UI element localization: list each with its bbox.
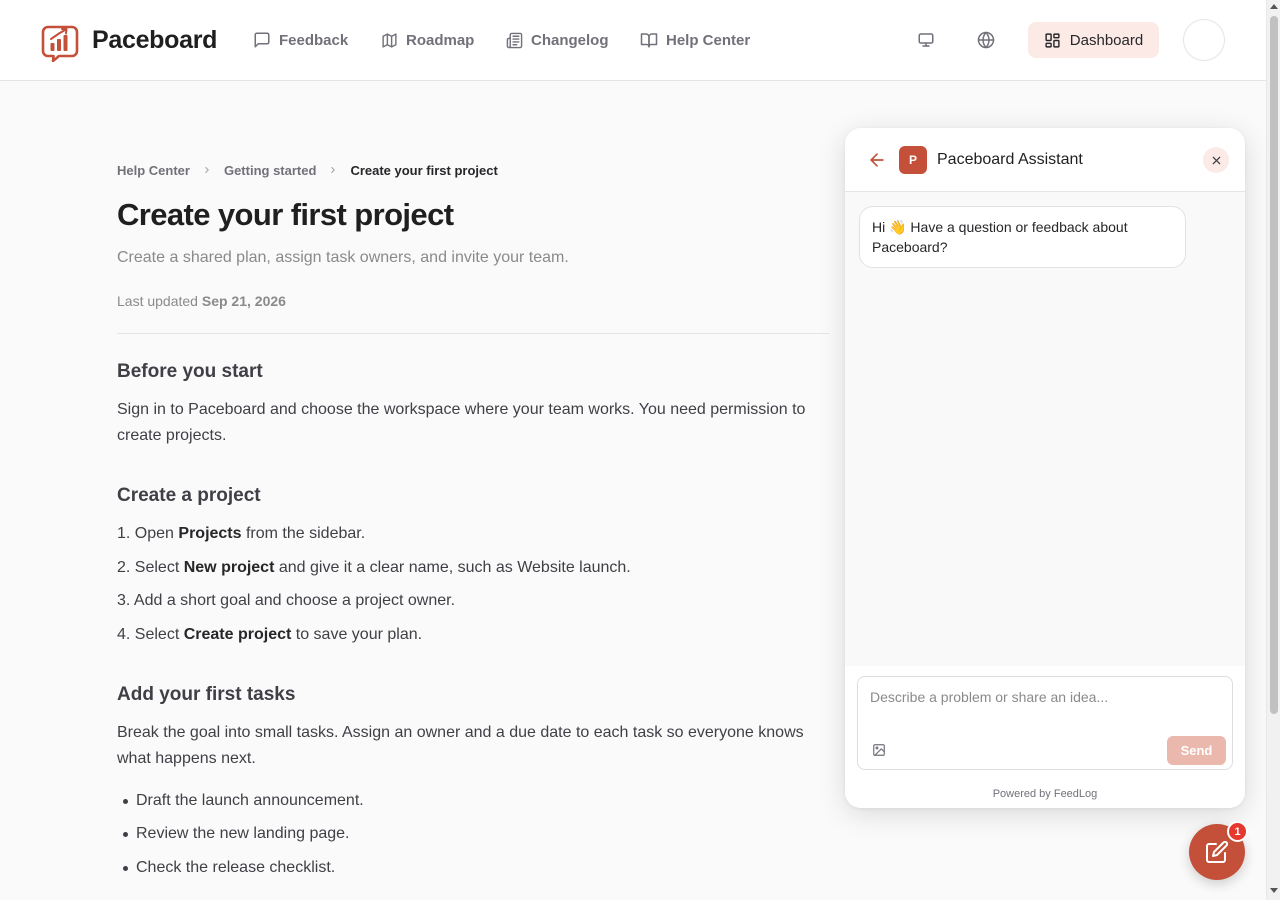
step-number: 4. [117, 626, 131, 643]
nav-roadmap[interactable]: Roadmap [381, 28, 474, 52]
divider [117, 333, 829, 334]
newspaper-icon [506, 32, 523, 48]
breadcrumb-help-center[interactable]: Help Center [117, 163, 190, 178]
display-mode-button[interactable] [912, 26, 940, 54]
nav-help-center-label: Help Center [666, 31, 751, 49]
section-body-before-you-start: Sign in to Paceboard and choose the work… [117, 401, 806, 444]
assistant-message-bubble: Hi 👋 Have a question or feedback about P… [859, 206, 1186, 268]
chevron-right-icon [202, 163, 212, 178]
step-text: from the sidebar. [241, 525, 366, 542]
edit-icon [1206, 840, 1229, 863]
step-number: 2. [117, 559, 131, 576]
list-item: 3. Add a short goal and choose a project… [117, 591, 455, 611]
nav-roadmap-label: Roadmap [406, 31, 475, 49]
step-bold: Create project [183, 626, 292, 643]
nav-feedback[interactable]: Feedback [253, 28, 348, 52]
globe-icon [977, 31, 995, 49]
step-text: Select [134, 626, 184, 643]
step-text: Add a short goal and choose a project ow… [133, 592, 456, 609]
assistant-avatar: P [899, 146, 927, 174]
arrow-left-icon[interactable] [867, 150, 887, 170]
powered-by-text: Powered by FeedLog [992, 788, 1098, 800]
scroll-up-icon[interactable] [1270, 4, 1278, 9]
book-open-icon [640, 33, 658, 48]
step-number: 1. [117, 525, 131, 542]
map-icon [382, 32, 397, 48]
paceboard-logo-icon[interactable] [41, 24, 79, 62]
section-heading-create-a-project: Create a project [117, 485, 261, 506]
message-composer: Send [857, 676, 1233, 770]
page-scrollbar[interactable] [1266, 0, 1280, 900]
top-header: Paceboard Feedback Roadmap Changelog Hel… [0, 0, 1266, 81]
layout-grid-icon [1045, 32, 1060, 48]
last-updated-date: Sep 21, 2026 [201, 293, 286, 309]
nav-feedback-label: Feedback [279, 31, 349, 49]
chat-title: Paceboard Assistant [937, 151, 1083, 168]
list-item: 4. Select Create project to save your pl… [117, 625, 422, 645]
breadcrumb-current: Create your first project [350, 162, 498, 178]
section-body-add-your-first-tasks: Break the goal into small tasks. Assign … [117, 724, 804, 767]
step-bold: Projects [178, 525, 242, 542]
user-avatar[interactable] [1183, 19, 1225, 61]
message-input[interactable] [870, 686, 1220, 708]
monitor-icon [918, 33, 934, 47]
step-text: and give it a clear name, such as Websit… [274, 559, 631, 576]
message-square-icon [254, 32, 270, 48]
chevron-right-icon [328, 163, 338, 178]
list-item: Review the new landing page. [122, 825, 350, 842]
close-chat-button[interactable] [1203, 147, 1229, 173]
step-bold: New project [183, 559, 275, 576]
last-updated: Last updated Sep 21, 2026 [117, 292, 286, 310]
composer-area: Send Powered by FeedLog [845, 666, 1245, 808]
nav-changelog-label: Changelog [531, 31, 609, 49]
breadcrumb-getting-started[interactable]: Getting started [224, 163, 316, 178]
close-icon [1212, 156, 1220, 164]
assistant-chat-panel: P Paceboard Assistant Hi 👋 Have a questi… [845, 128, 1245, 808]
list-item: Draft the launch announcement. [123, 792, 364, 809]
step-text: to save your plan. [291, 626, 423, 643]
nav-help-center[interactable]: Help Center [640, 28, 750, 52]
nav-changelog[interactable]: Changelog [506, 28, 609, 52]
chat-header: P Paceboard Assistant [845, 128, 1245, 192]
page-title: Create your first project [117, 197, 454, 232]
dashboard-label: Dashboard [1069, 31, 1144, 49]
image-icon[interactable] [872, 743, 886, 757]
brand-name[interactable]: Paceboard [92, 24, 217, 56]
step-text: Select [134, 559, 184, 576]
section-heading-before-you-start: Before you start [117, 361, 263, 382]
page-subtitle: Create a shared plan, assign task owners… [117, 249, 569, 266]
step-number: 3. [117, 592, 131, 609]
send-button[interactable]: Send [1167, 736, 1226, 765]
list-item: 1. Open Projects from the sidebar. [117, 524, 365, 544]
last-updated-prefix: Last updated [117, 293, 198, 309]
list-item: Check the release checklist. [122, 859, 336, 876]
scroll-down-icon[interactable] [1270, 888, 1278, 893]
step-text: Open [134, 525, 179, 542]
scrollbar-thumb[interactable] [1270, 16, 1278, 714]
language-button[interactable] [972, 26, 1000, 54]
dashboard-button[interactable]: Dashboard [1028, 22, 1159, 58]
notification-badge: 1 [1227, 821, 1248, 842]
list-item: 2. Select New project and give it a clea… [117, 558, 631, 578]
breadcrumb: Help Center Getting started Create your … [117, 161, 498, 179]
section-heading-add-your-first-tasks: Add your first tasks [117, 684, 296, 705]
